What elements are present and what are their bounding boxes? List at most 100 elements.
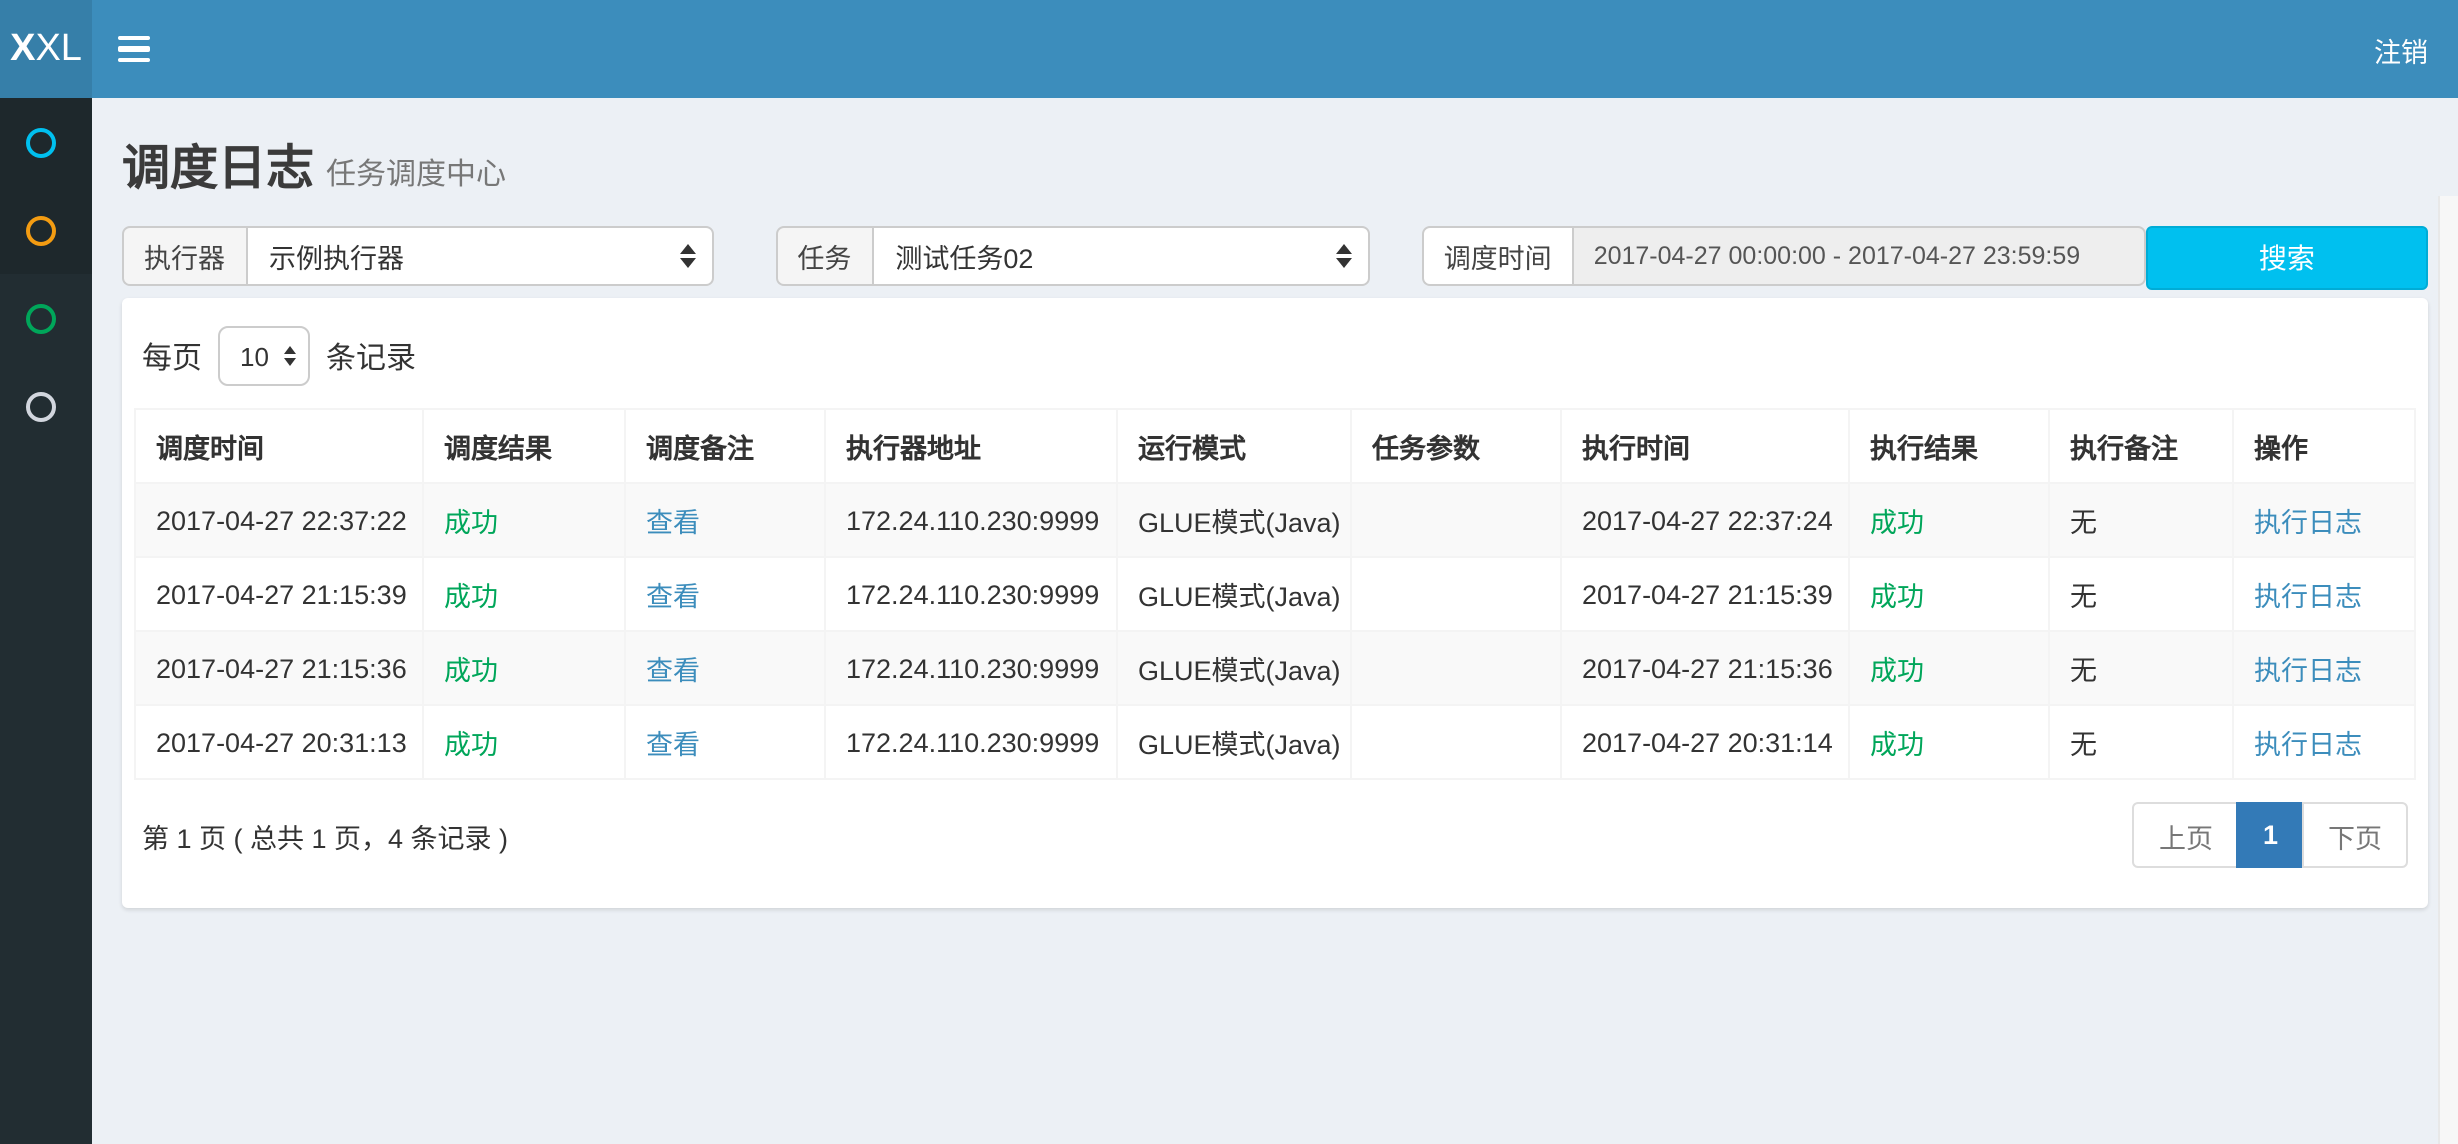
sidebar-item-2[interactable] <box>0 274 92 362</box>
filter-bar: 执行器 示例执行器 任务 测试任务02 调度时间 <box>122 226 2428 286</box>
cell-job-param <box>1351 631 1561 705</box>
cell-trigger-time: 2017-04-27 21:15:36 <box>135 631 423 705</box>
page-header: 调度日志任务调度中心 <box>92 98 2458 198</box>
cell-handle-remark: 无 <box>2049 705 2233 779</box>
cell-action: 执行日志 <box>2233 483 2415 557</box>
page-length-bar: 每页 10 条记录 <box>142 326 2408 386</box>
next-page-button[interactable]: 下页 <box>2302 802 2408 868</box>
pagination-bar: 第 1 页 ( 总共 1 页，4 条记录 ) 上页 1 下页 <box>142 802 2408 868</box>
page-title: 调度日志 <box>122 142 314 196</box>
executor-filter-group: 执行器 示例执行器 <box>122 226 713 286</box>
cell-trigger-result: 成功 <box>423 705 625 779</box>
view-remark-link[interactable]: 查看 <box>646 656 700 686</box>
scrollbar-track[interactable] <box>2438 196 2458 1144</box>
executor-select[interactable]: 示例执行器 <box>245 226 713 286</box>
cell-run-mode: GLUE模式(Java) <box>1117 483 1351 557</box>
log-table-body: 2017-04-27 22:37:22 成功 查看 172.24.110.230… <box>135 483 2415 779</box>
cell-handle-result: 成功 <box>1849 557 2049 631</box>
cell-trigger-result: 成功 <box>423 557 625 631</box>
col-header-trigger-remark: 调度备注 <box>625 409 825 483</box>
exec-log-link[interactable]: 执行日志 <box>2254 582 2362 612</box>
cell-handle-result: 成功 <box>1849 631 2049 705</box>
app-root: XXL 注销 <box>0 0 2458 1144</box>
table-header-row: 调度时间 调度结果 调度备注 执行器地址 运行模式 任务参数 执行时间 执行结果… <box>135 409 2415 483</box>
trigger-time-filter-label: 调度时间 <box>1422 226 1572 286</box>
current-page-button[interactable]: 1 <box>2237 802 2304 868</box>
cell-handle-time: 2017-04-27 20:31:14 <box>1561 705 1849 779</box>
col-header-run-mode: 运行模式 <box>1117 409 1351 483</box>
cell-run-mode: GLUE模式(Java) <box>1117 557 1351 631</box>
select-arrows-icon <box>1335 244 1351 268</box>
sidebar-item-3[interactable] <box>0 362 92 450</box>
cell-executor-address: 172.24.110.230:9999 <box>825 483 1117 557</box>
sidebar-item-0[interactable] <box>0 98 92 186</box>
cell-run-mode: GLUE模式(Java) <box>1117 705 1351 779</box>
cell-trigger-remark: 查看 <box>625 483 825 557</box>
content-area: 调度日志任务调度中心 执行器 示例执行器 任务 测试任务02 <box>92 98 2458 1144</box>
cell-trigger-remark: 查看 <box>625 557 825 631</box>
cell-executor-address: 172.24.110.230:9999 <box>825 557 1117 631</box>
log-table: 调度时间 调度结果 调度备注 执行器地址 运行模式 任务参数 执行时间 执行结果… <box>134 408 2416 780</box>
page-length-select[interactable]: 10 <box>218 326 310 386</box>
cell-handle-remark: 无 <box>2049 557 2233 631</box>
table-row: 2017-04-27 21:15:36 成功 查看 172.24.110.230… <box>135 631 2415 705</box>
col-header-trigger-time: 调度时间 <box>135 409 423 483</box>
table-row: 2017-04-27 22:37:22 成功 查看 172.24.110.230… <box>135 483 2415 557</box>
search-button[interactable]: 搜索 <box>2146 226 2428 290</box>
page-length-value: 10 <box>240 341 269 371</box>
view-remark-link[interactable]: 查看 <box>646 508 700 538</box>
page-subtitle: 任务调度中心 <box>326 158 506 192</box>
sidebar-active-block <box>0 98 92 274</box>
executor-select-value: 示例执行器 <box>269 236 404 276</box>
log-panel: 每页 10 条记录 调度时间 <box>122 298 2428 908</box>
logo-text-bold: X <box>10 27 35 71</box>
navbar: 注销 <box>92 0 2458 98</box>
circle-o-icon <box>26 391 56 421</box>
table-row: 2017-04-27 21:15:39 成功 查看 172.24.110.230… <box>135 557 2415 631</box>
cell-trigger-time: 2017-04-27 22:37:22 <box>135 483 423 557</box>
select-arrows-icon <box>679 244 695 268</box>
exec-log-link[interactable]: 执行日志 <box>2254 656 2362 686</box>
cell-executor-address: 172.24.110.230:9999 <box>825 705 1117 779</box>
cell-action: 执行日志 <box>2233 705 2415 779</box>
cell-job-param <box>1351 557 1561 631</box>
view-remark-link[interactable]: 查看 <box>646 730 700 760</box>
cell-handle-result: 成功 <box>1849 705 2049 779</box>
col-header-trigger-result: 调度结果 <box>423 409 625 483</box>
page-length-prefix: 每页 <box>142 335 202 377</box>
table-row: 2017-04-27 20:31:13 成功 查看 172.24.110.230… <box>135 705 2415 779</box>
prev-page-button[interactable]: 上页 <box>2133 802 2239 868</box>
cell-handle-remark: 无 <box>2049 631 2233 705</box>
pagination-info: 第 1 页 ( 总共 1 页，4 条记录 ) <box>142 815 508 855</box>
cell-trigger-remark: 查看 <box>625 705 825 779</box>
exec-log-link[interactable]: 执行日志 <box>2254 508 2362 538</box>
col-header-job-param: 任务参数 <box>1351 409 1561 483</box>
col-header-action: 操作 <box>2233 409 2415 483</box>
logout-link[interactable]: 注销 <box>2374 29 2428 69</box>
circle-o-icon <box>26 215 56 245</box>
cell-trigger-remark: 查看 <box>625 631 825 705</box>
cell-action: 执行日志 <box>2233 631 2415 705</box>
col-header-handle-result: 执行结果 <box>1849 409 2049 483</box>
trigger-time-range-input[interactable]: 2017-04-27 00:00:00 - 2017-04-27 23:59:5… <box>1572 226 2146 286</box>
cell-trigger-time: 2017-04-27 20:31:13 <box>135 705 423 779</box>
job-select[interactable]: 测试任务02 <box>871 226 1369 286</box>
trigger-time-filter-group: 调度时间 2017-04-27 00:00:00 - 2017-04-27 23… <box>1422 226 2146 286</box>
cell-trigger-time: 2017-04-27 21:15:39 <box>135 557 423 631</box>
cell-job-param <box>1351 705 1561 779</box>
logo-text-light: XL <box>35 27 82 71</box>
pager: 上页 1 下页 <box>2133 802 2408 868</box>
cell-handle-time: 2017-04-27 22:37:24 <box>1561 483 1849 557</box>
sidebar <box>0 98 92 1144</box>
col-header-handle-time: 执行时间 <box>1561 409 1849 483</box>
exec-log-link[interactable]: 执行日志 <box>2254 730 2362 760</box>
select-arrows-icon <box>284 346 296 366</box>
sidebar-item-1[interactable] <box>0 186 92 274</box>
view-remark-link[interactable]: 查看 <box>646 582 700 612</box>
app-logo[interactable]: XXL <box>0 0 92 98</box>
page-length-suffix: 条记录 <box>326 335 416 377</box>
job-filter-label: 任务 <box>775 226 871 286</box>
cell-run-mode: GLUE模式(Java) <box>1117 631 1351 705</box>
col-header-executor-address: 执行器地址 <box>825 409 1117 483</box>
sidebar-toggle-icon[interactable] <box>118 29 150 69</box>
